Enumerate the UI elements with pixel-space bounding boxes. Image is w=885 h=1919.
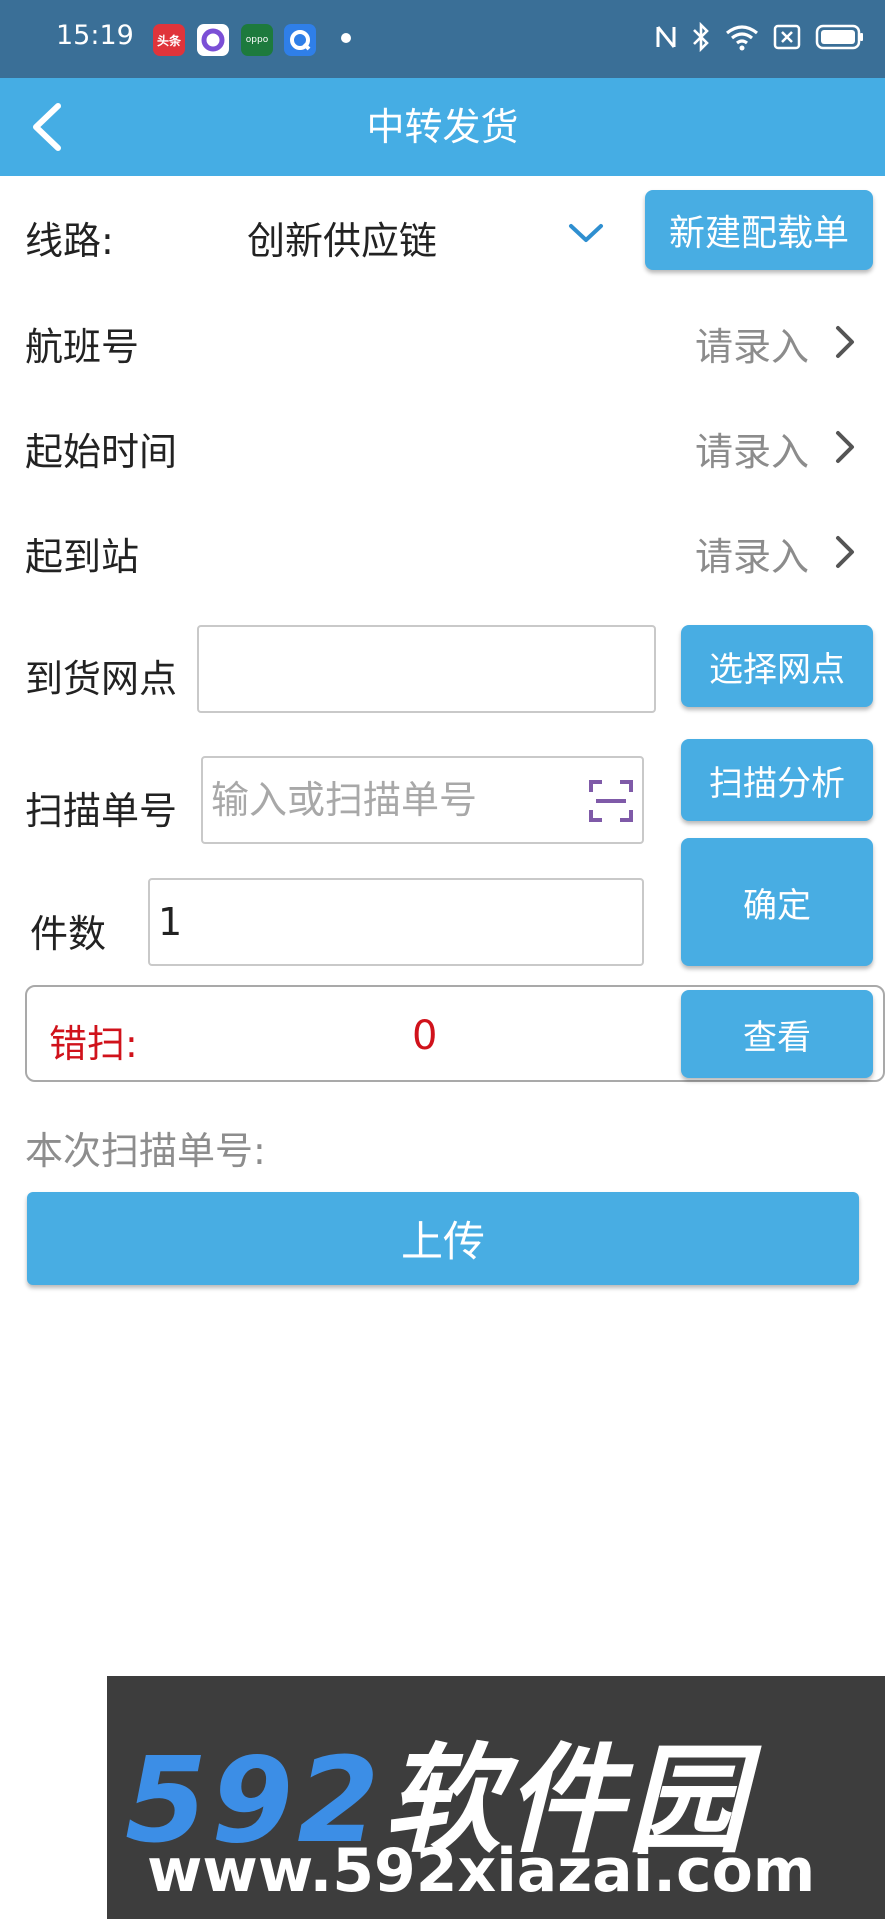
confirm-button[interactable]: 确定 <box>681 838 873 966</box>
stations-label: 起到站 <box>25 535 140 579</box>
back-button[interactable] <box>22 98 78 156</box>
watermark-url: www.592xiazai.com <box>147 1836 816 1906</box>
chevron-left-icon <box>33 103 61 151</box>
circle-app-icon <box>197 24 229 56</box>
page-title: 中转发货 <box>366 105 519 149</box>
screen: 15:19 头条 oppo 中转发货 线路: 创新供应链 新建配载单 航班号 请… <box>0 0 885 1919</box>
chevron-right-icon <box>836 431 854 463</box>
q-app-icon <box>284 24 316 56</box>
oppo-app-icon-text: oppo <box>245 35 269 45</box>
status-bar: 15:19 头条 oppo <box>0 0 885 78</box>
stations-row[interactable]: 起到站 请录入 <box>0 510 885 590</box>
nfc-icon <box>656 26 676 48</box>
scan-number-field[interactable] <box>201 756 644 844</box>
scan-frame-icon[interactable] <box>588 778 634 824</box>
wifi-icon <box>726 25 758 51</box>
flight-placeholder: 请录入 <box>695 325 810 369</box>
quantity-field[interactable] <box>148 878 644 966</box>
arrival-point-label: 到货网点 <box>25 657 178 701</box>
chevron-right-icon <box>836 326 854 358</box>
select-point-button[interactable]: 选择网点 <box>681 625 873 707</box>
scan-analyze-button[interactable]: 扫描分析 <box>681 739 873 821</box>
notification-dot <box>341 33 351 43</box>
flight-row[interactable]: 航班号 请录入 <box>0 300 885 380</box>
chevron-right-icon <box>836 536 854 568</box>
flight-label: 航班号 <box>25 325 140 369</box>
mis-scan-label: 错扫: <box>49 1022 138 1066</box>
stations-placeholder: 请录入 <box>695 535 810 579</box>
watermark-banner: 592软件园 www.592xiazai.com <box>107 1676 885 1919</box>
view-button[interactable]: 查看 <box>681 990 873 1078</box>
start-time-label: 起始时间 <box>25 430 178 474</box>
chevron-down-icon <box>569 224 603 242</box>
start-time-placeholder: 请录入 <box>695 430 810 474</box>
mis-scan-count: 0 <box>412 1013 438 1059</box>
app-bar: 中转发货 <box>0 78 885 176</box>
toutiao-app-icon-text: 头条 <box>156 33 181 48</box>
arrival-point-field[interactable] <box>197 625 656 713</box>
route-value: 创新供应链 <box>247 219 438 263</box>
scanned-numbers-label: 本次扫描单号: <box>25 1129 266 1173</box>
start-time-row[interactable]: 起始时间 请录入 <box>0 405 885 485</box>
route-select[interactable]: 创新供应链 <box>230 196 615 270</box>
scan-number-input[interactable] <box>203 758 573 842</box>
toutiao-app-icon: 头条 <box>153 24 185 56</box>
route-label: 线路: <box>25 219 114 263</box>
arrival-point-input[interactable] <box>199 627 654 711</box>
quantity-label: 件数 <box>30 912 107 956</box>
oppo-app-icon: oppo <box>241 24 273 56</box>
battery-icon <box>815 24 863 50</box>
new-load-sheet-button[interactable]: 新建配载单 <box>645 190 873 270</box>
status-time: 15:19 <box>56 20 134 51</box>
quantity-input[interactable] <box>150 880 642 964</box>
scan-number-label: 扫描单号 <box>25 789 178 833</box>
upload-button[interactable]: 上传 <box>27 1192 859 1285</box>
sim-icon <box>773 24 801 50</box>
bluetooth-icon <box>693 22 709 52</box>
status-icons <box>655 22 865 52</box>
